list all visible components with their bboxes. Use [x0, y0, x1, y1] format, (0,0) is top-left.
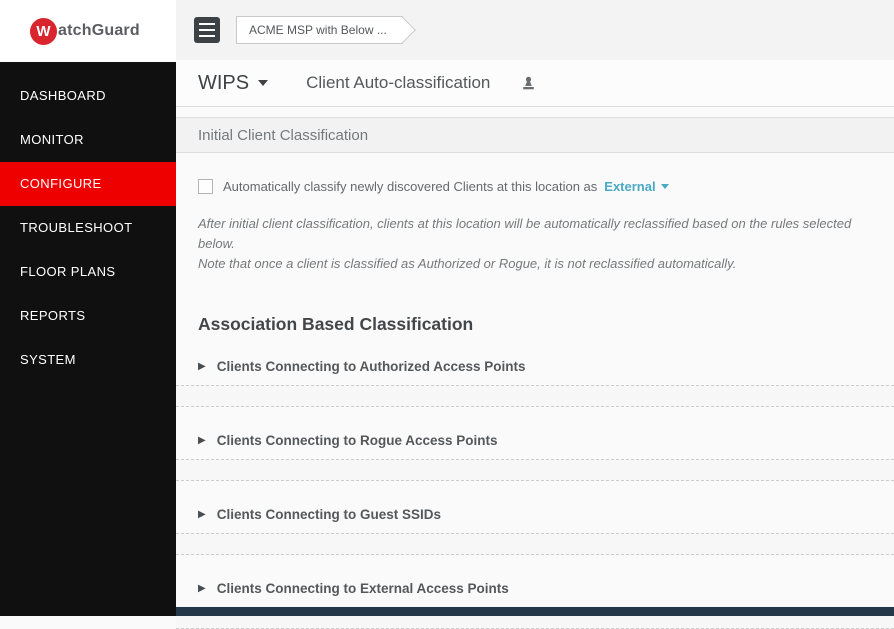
triangle-right-icon: ▶ [198, 508, 206, 520]
rule-header-authorized-aps[interactable]: ▶ Clients Connecting to Authorized Acces… [176, 359, 894, 385]
auto-classify-checkbox[interactable] [198, 179, 213, 194]
rule-header-external-aps[interactable]: ▶ Clients Connecting to External Access … [176, 581, 894, 607]
classification-note: After initial client classification, cli… [198, 214, 860, 274]
classification-rules-list: ▶ Clients Connecting to Authorized Acces… [176, 359, 894, 629]
rule-label: Clients Connecting to Rogue Access Point… [216, 433, 498, 449]
location-breadcrumb[interactable]: ACME MSP with Below ... [236, 16, 403, 44]
triangle-right-icon: ▶ [198, 434, 206, 446]
footer-bar [176, 607, 894, 616]
auto-classify-row: Automatically classify newly discovered … [198, 179, 894, 194]
sidebar-item-troubleshoot[interactable]: TROUBLESHOOT [0, 206, 176, 250]
triangle-right-icon: ▶ [198, 360, 206, 372]
rule-label: Clients Connecting to External Access Po… [216, 581, 509, 597]
classification-note-line-1: After initial client classification, cli… [198, 216, 852, 252]
stamp-icon [520, 76, 537, 91]
watchguard-logo: W atchGuard [30, 17, 140, 45]
sidebar-nav: DASHBOARD MONITOR CONFIGURE TROUBLESHOOT… [0, 62, 176, 382]
triangle-right-icon: ▶ [198, 582, 206, 594]
topbar: ACME MSP with Below ... [176, 0, 894, 60]
watchguard-logo-mark: W [30, 17, 57, 45]
page-title: Client Auto-classification [306, 73, 491, 92]
hamburger-icon [199, 29, 215, 31]
hamburger-icon [199, 35, 215, 37]
chevron-down-icon [258, 80, 269, 86]
sidebar-item-configure[interactable]: CONFIGURE [0, 162, 176, 206]
rule-collapsed-body [176, 459, 894, 482]
app-window: W atchGuard DASHBOARD MONITOR CONFIGURE … [0, 0, 894, 629]
rule-collapsed-body [176, 385, 894, 408]
sidebar: W atchGuard DASHBOARD MONITOR CONFIGURE … [0, 0, 176, 616]
hamburger-icon [199, 23, 215, 25]
rule-header-rogue-aps[interactable]: ▶ Clients Connecting to Rogue Access Poi… [176, 433, 894, 459]
classification-dropdown[interactable]: External [604, 179, 669, 194]
rule-label: Clients Connecting to Authorized Access … [216, 359, 526, 375]
classification-note-line-2: Note that once a client is classified as… [198, 256, 737, 272]
page-header: WIPS Client Auto-classification [176, 60, 894, 107]
sidebar-item-system[interactable]: SYSTEM [0, 338, 176, 382]
logo-area: W atchGuard [0, 0, 176, 62]
rule-authorized-aps: ▶ Clients Connecting to Authorized Acces… [176, 359, 894, 408]
initial-classification-section-title: Initial Client Classification [176, 117, 894, 153]
wips-module-menu[interactable]: WIPS [198, 71, 269, 95]
sidebar-item-floor-plans[interactable]: FLOOR PLANS [0, 250, 176, 294]
rule-header-guest-ssids[interactable]: ▶ Clients Connecting to Guest SSIDs [176, 507, 894, 533]
menu-button[interactable] [194, 17, 220, 43]
wips-module-label: WIPS [198, 71, 250, 94]
rule-external-aps: ▶ Clients Connecting to External Access … [176, 581, 894, 629]
auto-classify-label: Automatically classify newly discovered … [223, 179, 598, 194]
rule-guest-ssids: ▶ Clients Connecting to Guest SSIDs [176, 507, 894, 556]
watchguard-logo-text: atchGuard [58, 22, 140, 39]
chevron-down-icon [660, 184, 669, 189]
rule-rogue-aps: ▶ Clients Connecting to Rogue Access Poi… [176, 433, 894, 482]
rule-label: Clients Connecting to Guest SSIDs [216, 507, 441, 523]
main-content: ACME MSP with Below ... WIPS Client Auto… [176, 0, 894, 629]
rule-collapsed-body [176, 533, 894, 556]
sidebar-item-reports[interactable]: REPORTS [0, 294, 176, 338]
sidebar-item-dashboard[interactable]: DASHBOARD [0, 74, 176, 118]
sidebar-item-monitor[interactable]: MONITOR [0, 118, 176, 162]
classification-dropdown-value: External [604, 179, 656, 194]
association-classification-heading: Association Based Classification [198, 314, 474, 335]
